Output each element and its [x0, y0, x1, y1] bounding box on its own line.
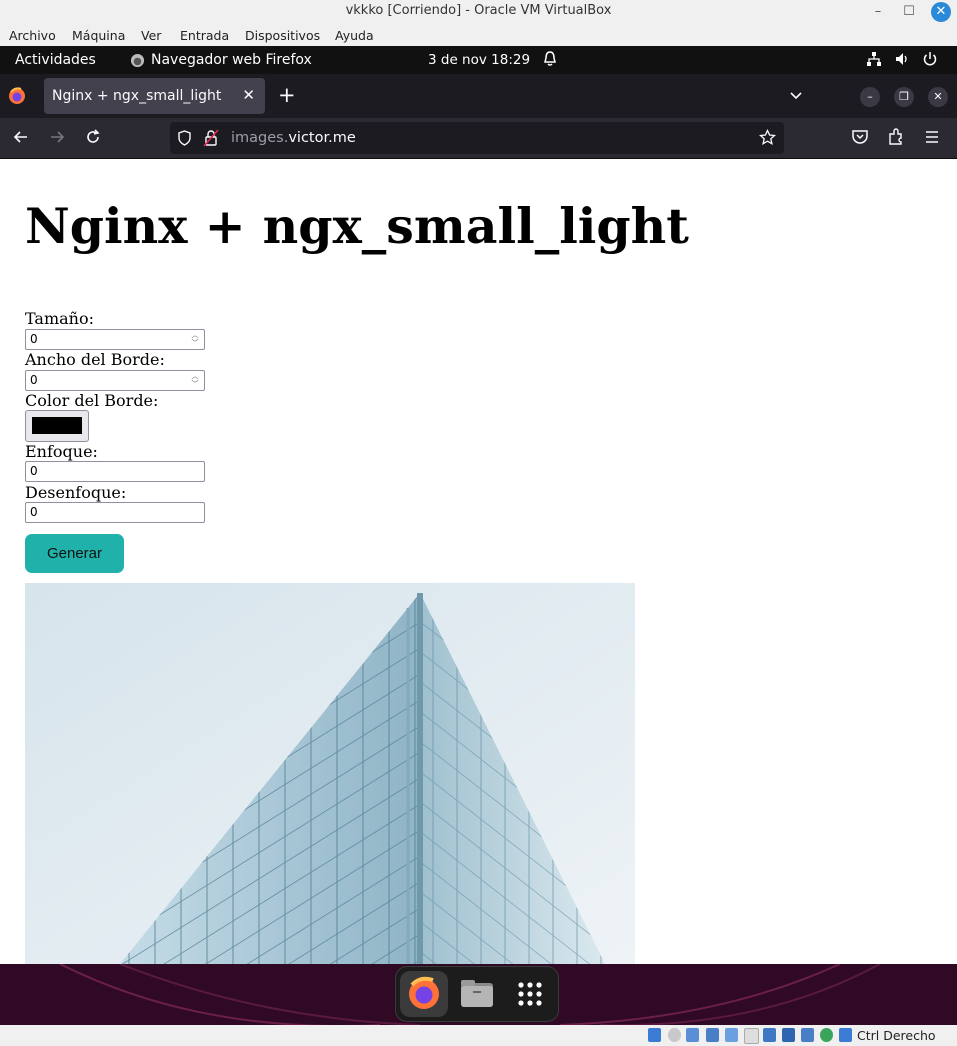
sharpen-label: Enfoque:: [25, 442, 98, 461]
forward-arrow-icon[interactable]: [48, 128, 66, 150]
blur-label: Desenfoque:: [25, 483, 127, 502]
menu-ver[interactable]: Ver: [141, 28, 161, 43]
url-text[interactable]: images.victor.me: [231, 130, 356, 146]
menu-archivo[interactable]: Archivo: [9, 28, 56, 43]
vbox-status-bar: Ctrl Derecho: [0, 1025, 957, 1046]
bell-icon: [543, 50, 557, 72]
size-spinner[interactable]: ︿ ﹀: [188, 331, 202, 347]
firefox-icon: [7, 86, 27, 110]
pocket-icon[interactable]: [851, 128, 869, 150]
vbox-title-bar: vkkko [Corriendo] - Oracle VM VirtualBox…: [0, 0, 957, 24]
size-value: 0: [30, 332, 38, 346]
hard-disk-icon[interactable]: [648, 1028, 661, 1042]
page-title: Nginx + ngx_small_light: [25, 197, 689, 255]
vbox-window-title: vkkko [Corriendo] - Oracle VM VirtualBox: [345, 3, 612, 18]
menu-maquina[interactable]: Máquina: [72, 28, 125, 43]
border-width-spinner[interactable]: ︿ ﹀: [188, 372, 202, 388]
close-button[interactable]: ✕: [931, 2, 951, 22]
tab-title: Nginx + ngx_small_light: [52, 88, 222, 104]
dock: [395, 966, 559, 1022]
clock[interactable]: 3 de nov 18:29: [428, 52, 530, 68]
border-color-swatch: [32, 417, 82, 434]
host-key-label: Ctrl Derecho: [857, 1028, 936, 1043]
border-width-value: 0: [30, 373, 38, 387]
sharpen-value: 0: [30, 464, 38, 478]
optical-drive-icon[interactable]: [668, 1028, 681, 1042]
menu-entrada[interactable]: Entrada: [180, 28, 229, 43]
url-bar[interactable]: images.victor.me: [170, 122, 784, 154]
vbox-menu-bar: Archivo Máquina Ver Entrada Dispositivos…: [0, 24, 957, 46]
cpu-icon[interactable]: [801, 1028, 814, 1042]
sharpen-input[interactable]: 0: [25, 461, 205, 482]
back-arrow-icon[interactable]: [12, 128, 30, 150]
border-color-picker[interactable]: [25, 410, 89, 442]
blur-value: 0: [30, 505, 38, 519]
power-icon[interactable]: [922, 51, 938, 71]
new-tab-button[interactable]: +: [278, 83, 296, 107]
network-icon[interactable]: [866, 51, 882, 71]
menu-dispositivos[interactable]: Dispositivos: [245, 28, 320, 43]
dock-firefox-icon[interactable]: [400, 971, 448, 1021]
reload-icon[interactable]: [84, 128, 102, 150]
firefox-app-icon: [130, 53, 145, 67]
recording-icon[interactable]: [782, 1028, 795, 1042]
border-width-input[interactable]: 0 ︿ ﹀: [25, 370, 205, 391]
generate-button[interactable]: Generar: [25, 534, 124, 573]
close-tab-icon[interactable]: ✕: [242, 86, 255, 104]
url-domain: victor.me: [288, 130, 356, 146]
audio-icon[interactable]: [686, 1028, 699, 1042]
window-restore-button[interactable]: ❐: [894, 87, 914, 107]
maximize-button[interactable]: ☐: [899, 2, 919, 22]
activities-button[interactable]: Actividades: [15, 52, 96, 68]
star-icon[interactable]: [758, 128, 777, 150]
web-page: Nginx + ngx_small_light Tamaño: 0 ︿ ﹀ Anc…: [0, 159, 957, 964]
display-icon[interactable]: [763, 1028, 776, 1042]
extensions-icon[interactable]: [887, 128, 905, 150]
window-minimize-button[interactable]: –: [860, 87, 880, 107]
size-input[interactable]: 0 ︿ ﹀: [25, 329, 205, 350]
shared-folders-icon[interactable]: [744, 1028, 759, 1044]
blur-input[interactable]: 0: [25, 502, 205, 523]
firefox-tab-strip: Nginx + ngx_small_light ✕ + – ❐ ✕: [0, 74, 957, 118]
dock-app-grid-icon[interactable]: [506, 971, 554, 1017]
menu-ayuda[interactable]: Ayuda: [335, 28, 374, 43]
app-menu[interactable]: Navegador web Firefox: [130, 52, 312, 68]
tab-active[interactable]: Nginx + ngx_small_light ✕: [44, 78, 265, 114]
building-photo: [25, 583, 635, 964]
firefox-nav-bar: images.victor.me: [0, 118, 957, 159]
size-label: Tamaño:: [25, 309, 95, 328]
vt-x-icon[interactable]: [820, 1028, 833, 1042]
insecure-lock-icon[interactable]: [203, 129, 219, 151]
network-adapter-icon[interactable]: [706, 1028, 719, 1042]
border-color-label: Color del Borde:: [25, 391, 159, 410]
gnome-top-bar: Actividades Navegador web Firefox 3 de n…: [0, 46, 957, 74]
menu-icon[interactable]: [923, 128, 941, 150]
dock-files-icon[interactable]: [453, 971, 501, 1017]
url-subdomain: images.: [231, 130, 289, 146]
mouse-integration-icon[interactable]: [839, 1028, 852, 1042]
list-tabs-chevron-icon[interactable]: [788, 87, 804, 107]
app-name: Navegador web Firefox: [151, 52, 312, 68]
shield-icon[interactable]: [177, 130, 192, 150]
minimize-button[interactable]: –: [868, 2, 888, 22]
usb-icon[interactable]: [725, 1028, 738, 1042]
volume-icon[interactable]: [894, 51, 910, 71]
window-close-button[interactable]: ✕: [928, 87, 948, 107]
border-width-label: Ancho del Borde:: [25, 350, 165, 369]
